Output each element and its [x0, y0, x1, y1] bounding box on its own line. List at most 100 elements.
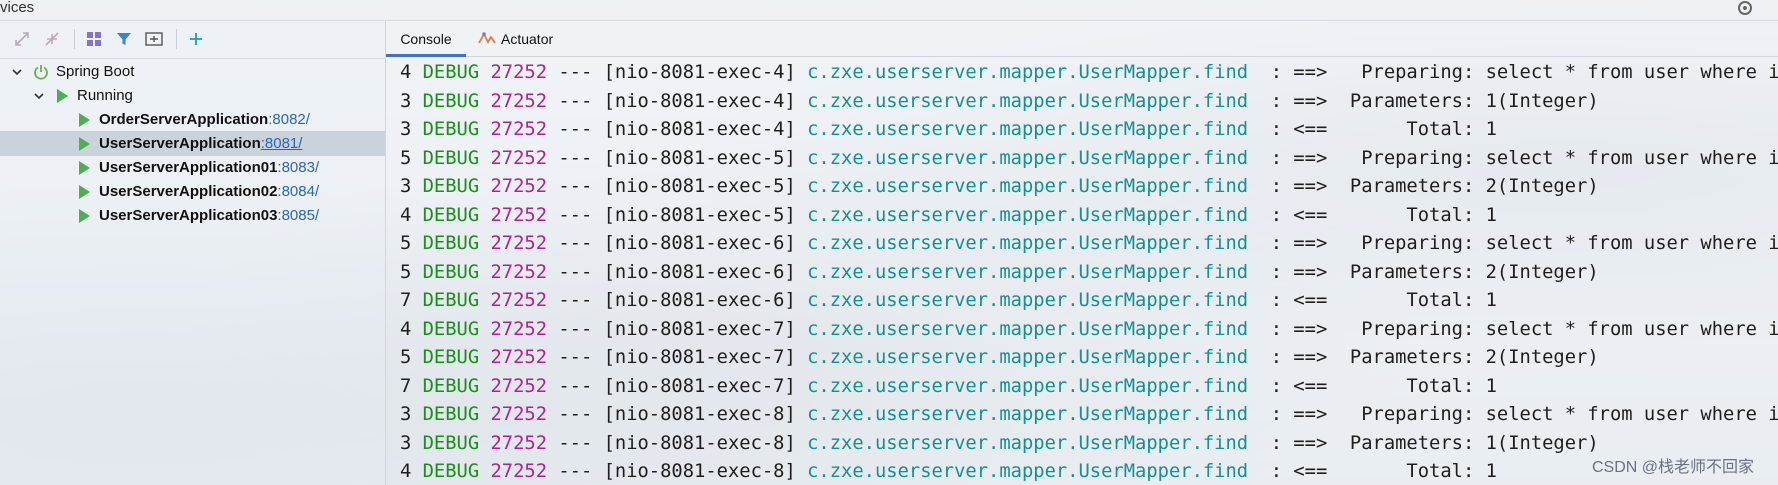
log-message: Preparing: select * from user where id =… — [1361, 62, 1778, 83]
log-message: Parameters: 2(Integer) — [1338, 261, 1599, 283]
app-port-link[interactable]: :8081/ — [261, 135, 303, 152]
actuator-icon — [478, 31, 496, 44]
run-icon — [79, 184, 90, 199]
tree-app-order-server[interactable]: OrderServerApplication:8082/ — [0, 107, 385, 132]
new-tab-icon[interactable] — [144, 29, 164, 49]
tree-label-spring-boot: Spring Boot — [56, 63, 135, 80]
log-thread: [nio-8081-exec-4] — [603, 90, 796, 112]
log-pid: 27252 — [490, 461, 548, 482]
app-name: UserServerApplication03 — [99, 206, 278, 224]
run-icon — [79, 136, 90, 151]
tab-actuator[interactable]: Actuator — [478, 21, 568, 56]
log-line-prefix: 3 — [400, 404, 412, 425]
settings-icon[interactable] — [1738, 1, 1752, 15]
log-message: Preparing: select * from user where id =… — [1361, 404, 1778, 425]
app-port-link[interactable]: :8084/ — [277, 183, 319, 200]
tree-app-user-server[interactable]: UserServerApplication:8081/ — [0, 131, 385, 156]
log-thread: [nio-8081-exec-6] — [603, 290, 796, 311]
tree-label-running: Running — [77, 87, 133, 104]
log-level: DEBUG — [422, 404, 480, 425]
log-logger: c.zxe.userserver.mapper.UserMapper.find — [807, 233, 1249, 254]
collapse-all-icon[interactable] — [42, 29, 62, 49]
log-line-prefix: 4 — [400, 318, 412, 340]
app-name: UserServerApplication01 — [99, 158, 278, 176]
log-line: 5 DEBUG 27252 --- [nio-8081-exec-6] c.zx… — [400, 229, 1778, 258]
tree-node-running[interactable]: Running — [0, 83, 385, 108]
tree-app-user-server-03[interactable]: UserServerApplication03:8085/ — [0, 203, 385, 228]
log-message: Parameters: 2(Integer) — [1338, 176, 1599, 197]
tree-app-user-server-01[interactable]: UserServerApplication01:8083/ — [0, 155, 385, 180]
log-separator: --- — [558, 318, 593, 340]
log-direction: : ==> — [1270, 404, 1328, 425]
app-port-link[interactable]: :8082/ — [268, 111, 310, 128]
toolbar-divider — [74, 29, 75, 49]
log-logger: c.zxe.userserver.mapper.UserMapper.find — [807, 261, 1249, 283]
log-level: DEBUG — [422, 290, 480, 311]
log-level: DEBUG — [422, 461, 480, 482]
log-logger: c.zxe.userserver.mapper.UserMapper.find — [807, 290, 1249, 311]
log-level: DEBUG — [422, 375, 480, 397]
window-title: vices — [0, 0, 35, 16]
log-thread: [nio-8081-exec-5] — [603, 204, 796, 226]
log-separator: --- — [558, 375, 593, 397]
log-line-prefix: 5 — [400, 233, 412, 254]
log-logger: c.zxe.userserver.mapper.UserMapper.find — [807, 119, 1249, 140]
app-port-link[interactable]: :8085/ — [277, 207, 319, 224]
log-direction: : ==> — [1270, 347, 1328, 368]
log-separator: --- — [558, 62, 593, 83]
filter-icon[interactable] — [114, 29, 134, 49]
log-direction: : <== — [1270, 119, 1328, 140]
log-line-prefix: 5 — [400, 147, 412, 169]
services-tree-panel: Spring Boot Running OrderServerApplicati… — [0, 21, 386, 485]
log-pid: 27252 — [490, 318, 548, 340]
log-line: 7 DEBUG 27252 --- [nio-8081-exec-6] c.zx… — [400, 286, 1497, 315]
log-separator: --- — [558, 347, 593, 368]
log-line-prefix: 3 — [400, 119, 412, 140]
log-line: 5 DEBUG 27252 --- [nio-8081-exec-7] c.zx… — [400, 343, 1599, 372]
chevron-down-icon[interactable] — [33, 90, 45, 102]
log-logger: c.zxe.userserver.mapper.UserMapper.find — [807, 204, 1249, 226]
log-level: DEBUG — [422, 318, 480, 340]
tree-app-user-server-02[interactable]: UserServerApplication02:8084/ — [0, 179, 385, 204]
log-thread: [nio-8081-exec-6] — [603, 261, 796, 283]
log-direction: : <== — [1270, 290, 1328, 311]
app-port-link[interactable]: :8083/ — [277, 159, 319, 176]
log-line: 5 DEBUG 27252 --- [nio-8081-exec-6] c.zx… — [400, 258, 1599, 287]
log-separator: --- — [558, 290, 593, 311]
log-thread: [nio-8081-exec-7] — [603, 318, 796, 340]
log-level: DEBUG — [422, 176, 480, 197]
log-level: DEBUG — [422, 233, 480, 254]
expand-all-icon[interactable] — [12, 29, 32, 49]
tree-node-spring-boot[interactable]: Spring Boot — [0, 59, 385, 84]
spring-boot-icon — [34, 64, 48, 80]
log-message: Total: 1 — [1338, 204, 1497, 226]
log-separator: --- — [558, 461, 593, 482]
group-icon[interactable] — [84, 29, 104, 49]
log-separator: --- — [558, 261, 593, 283]
log-thread: [nio-8081-exec-8] — [603, 404, 796, 425]
log-pid: 27252 — [490, 204, 548, 226]
chevron-down-icon[interactable] — [11, 66, 23, 78]
log-direction: : <== — [1270, 461, 1328, 482]
tab-console[interactable]: Console — [386, 21, 466, 57]
console-panel: Console Actuator 4 DEBUG 27252 --- [nio-… — [386, 21, 1778, 485]
log-pid: 27252 — [490, 347, 548, 368]
log-level: DEBUG — [422, 204, 480, 226]
log-logger: c.zxe.userserver.mapper.UserMapper.find — [807, 147, 1249, 169]
log-pid: 27252 — [490, 233, 548, 254]
tab-bar: Console Actuator — [386, 21, 1778, 57]
console-output[interactable]: 4 DEBUG 27252 --- [nio-8081-exec-4] c.zx… — [386, 58, 1778, 485]
log-level: DEBUG — [422, 261, 480, 283]
run-icon — [79, 160, 90, 175]
log-message: Parameters: 1(Integer) — [1338, 90, 1599, 112]
log-thread: [nio-8081-exec-7] — [603, 375, 796, 397]
app-name: UserServerApplication — [99, 134, 261, 152]
log-line-prefix: 7 — [400, 290, 412, 311]
app-name: UserServerApplication02 — [99, 182, 278, 200]
log-line-prefix: 7 — [400, 375, 412, 397]
add-icon[interactable] — [186, 29, 206, 49]
log-message: Preparing: select * from user where id =… — [1361, 233, 1778, 254]
log-message: Total: 1 — [1338, 290, 1497, 311]
run-icon — [79, 112, 90, 127]
log-pid: 27252 — [490, 290, 548, 311]
